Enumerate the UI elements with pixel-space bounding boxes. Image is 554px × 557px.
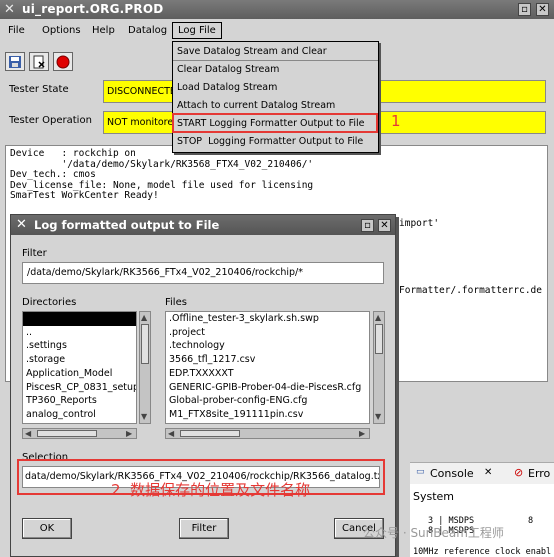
menu-datalog[interactable]: Datalog bbox=[128, 25, 167, 36]
directories-label: Directories bbox=[22, 297, 77, 308]
eclipse-console-body: System 3 | MSDPS 8 8 | MSDPS 10MHz refer… bbox=[410, 484, 554, 557]
annotation-number-1: 1 bbox=[391, 112, 401, 130]
menu-options[interactable]: Options bbox=[42, 25, 81, 36]
directories-hscroll[interactable]: ◀ ▶ bbox=[22, 428, 137, 439]
list-item[interactable]: TP360_Reports bbox=[23, 394, 136, 408]
list-item[interactable]: PiscesR_CP_0831_setup bbox=[23, 381, 136, 395]
list-item[interactable]: analog_control bbox=[23, 408, 136, 422]
dialog-title: Log formatted output to File bbox=[34, 218, 220, 232]
list-item[interactable]: Global-prober-config-ENG.cfg bbox=[166, 394, 369, 408]
menu-item-attach-datalog[interactable]: Attach to current Datalog Stream bbox=[177, 100, 335, 111]
eclipse-tab-bar: ▭ Console ✕ ⊘ Erro bbox=[410, 462, 554, 484]
console-row-value: 8 bbox=[528, 516, 534, 526]
floppy-icon bbox=[9, 55, 21, 68]
console-tab-icon: ▭ bbox=[416, 467, 425, 477]
directories-vscroll[interactable]: ▲ ▼ bbox=[139, 311, 151, 424]
document-x-icon bbox=[33, 55, 45, 68]
filter-label: Filter bbox=[22, 248, 47, 259]
watermark-text: 公众号 · SunBeam工程师 bbox=[363, 526, 504, 540]
x-logo-icon: ✕ bbox=[16, 217, 27, 232]
scroll-up-icon[interactable]: ▲ bbox=[141, 313, 147, 322]
list-item[interactable]: .. bbox=[23, 326, 136, 340]
list-item[interactable]: M1_FTX8site_191111pin.csv bbox=[166, 408, 369, 422]
tester-operation-label: Tester Operation bbox=[9, 115, 92, 126]
files-vscroll[interactable]: ▲ ▼ bbox=[373, 311, 385, 424]
x-logo-icon: ✕ bbox=[4, 2, 15, 17]
scroll-right-icon[interactable]: ▶ bbox=[359, 429, 365, 438]
list-item[interactable] bbox=[23, 312, 136, 326]
directories-list[interactable]: .. .settings .storage Application_Model … bbox=[22, 311, 137, 424]
scroll-left-icon[interactable]: ◀ bbox=[168, 429, 174, 438]
list-item[interactable]: EDP.TXXXXXT bbox=[166, 367, 369, 381]
scroll-down-icon[interactable]: ▼ bbox=[375, 412, 381, 421]
list-item[interactable]: .storage bbox=[23, 353, 136, 367]
close-button[interactable]: ✕ bbox=[536, 3, 549, 16]
list-item[interactable]: .project bbox=[166, 326, 369, 340]
window-title: ui_report.ORG.PROD bbox=[22, 2, 164, 16]
list-item[interactable]: .technology bbox=[166, 339, 369, 353]
stop-red-icon bbox=[56, 55, 70, 68]
menu-item-load-datalog[interactable]: Load Datalog Stream bbox=[177, 82, 277, 93]
list-item[interactable]: Application_Model bbox=[23, 367, 136, 381]
menu-file[interactable]: File bbox=[8, 25, 25, 36]
console-line: Dev_tech.: cmos bbox=[10, 169, 96, 180]
log-output-dialog: ✕ Log formatted output to File ▫ ✕ Filte… bbox=[10, 214, 396, 557]
stop-button[interactable] bbox=[53, 52, 73, 71]
menu-item-save-datalog[interactable]: Save Datalog Stream and Clear bbox=[177, 46, 327, 57]
console-bottom-line: 10MHz reference clock enabl bbox=[413, 547, 552, 557]
list-item[interactable]: GENERIC-GPIB-Prober-04-die-PiscesR.cfg bbox=[166, 381, 369, 395]
menu-item-stop-logging[interactable]: STOP Logging Formatter Output to File bbox=[177, 136, 363, 147]
minimize-button[interactable]: ▫ bbox=[518, 3, 531, 16]
scroll-right-icon[interactable]: ▶ bbox=[126, 429, 132, 438]
annotation-text-2: 2. 数据保存的位置及文件名称 bbox=[111, 481, 311, 499]
list-item[interactable]: 3566_tfl_1217.csv bbox=[166, 353, 369, 367]
console-line-right: Formatter/.formatterrc.de bbox=[399, 285, 542, 296]
dialog-titlebar[interactable]: ✕ Log formatted output to File ▫ ✕ bbox=[11, 215, 395, 235]
main-window: ✕ ui_report.ORG.PROD ▫ ✕ File Options He… bbox=[0, 0, 554, 557]
files-hscroll[interactable]: ◀ ▶ bbox=[165, 428, 370, 439]
files-list[interactable]: .Offline_tester-3_skylark.sh.swp .projec… bbox=[165, 311, 370, 424]
dialog-maximize-button[interactable]: ▫ bbox=[361, 219, 374, 232]
ok-button[interactable]: OK bbox=[22, 518, 72, 539]
menubar: File Options Help Datalog Log File bbox=[0, 21, 554, 43]
scroll-thumb[interactable] bbox=[375, 324, 383, 354]
menu-separator bbox=[173, 60, 378, 61]
scroll-up-icon[interactable]: ▲ bbox=[375, 313, 381, 322]
filter-input[interactable]: /data/demo/Skylark/RK3566_FTx4_V02_21040… bbox=[22, 262, 384, 284]
menu-item-clear-datalog[interactable]: Clear Datalog Stream bbox=[177, 64, 279, 75]
window-titlebar[interactable]: ✕ ui_report.ORG.PROD ▫ ✕ bbox=[0, 0, 554, 19]
filter-button[interactable]: Filter bbox=[179, 518, 229, 539]
log-file-dropdown: Save Datalog Stream and Clear Clear Data… bbox=[172, 41, 379, 153]
scroll-left-icon[interactable]: ◀ bbox=[25, 429, 31, 438]
menu-help[interactable]: Help bbox=[92, 25, 115, 36]
files-label: Files bbox=[165, 297, 187, 308]
scroll-thumb[interactable] bbox=[141, 324, 149, 364]
menu-log-file[interactable]: Log File bbox=[172, 22, 222, 39]
close-tab-icon[interactable]: ✕ bbox=[484, 467, 492, 478]
list-item[interactable]: .Offline_tester-3_skylark.sh.swp bbox=[166, 312, 369, 326]
annotation-box-1 bbox=[172, 113, 378, 133]
list-item[interactable]: .settings bbox=[23, 339, 136, 353]
scroll-down-icon[interactable]: ▼ bbox=[141, 412, 147, 421]
scroll-thumb[interactable] bbox=[180, 430, 240, 437]
console-line: SmarTest WorkCenter Ready! bbox=[10, 190, 159, 201]
tab-console[interactable]: Console bbox=[430, 467, 474, 480]
tab-error-log[interactable]: Erro bbox=[528, 467, 550, 480]
clear-document-button[interactable] bbox=[29, 52, 49, 71]
save-floppy-button[interactable] bbox=[5, 52, 25, 71]
error-log-icon: ⊘ bbox=[514, 466, 524, 479]
scroll-thumb[interactable] bbox=[37, 430, 97, 437]
console-line-right: import' bbox=[399, 218, 440, 229]
tester-state-label: Tester State bbox=[9, 84, 69, 95]
dialog-close-button[interactable]: ✕ bbox=[378, 219, 391, 232]
system-label: System bbox=[413, 490, 455, 503]
